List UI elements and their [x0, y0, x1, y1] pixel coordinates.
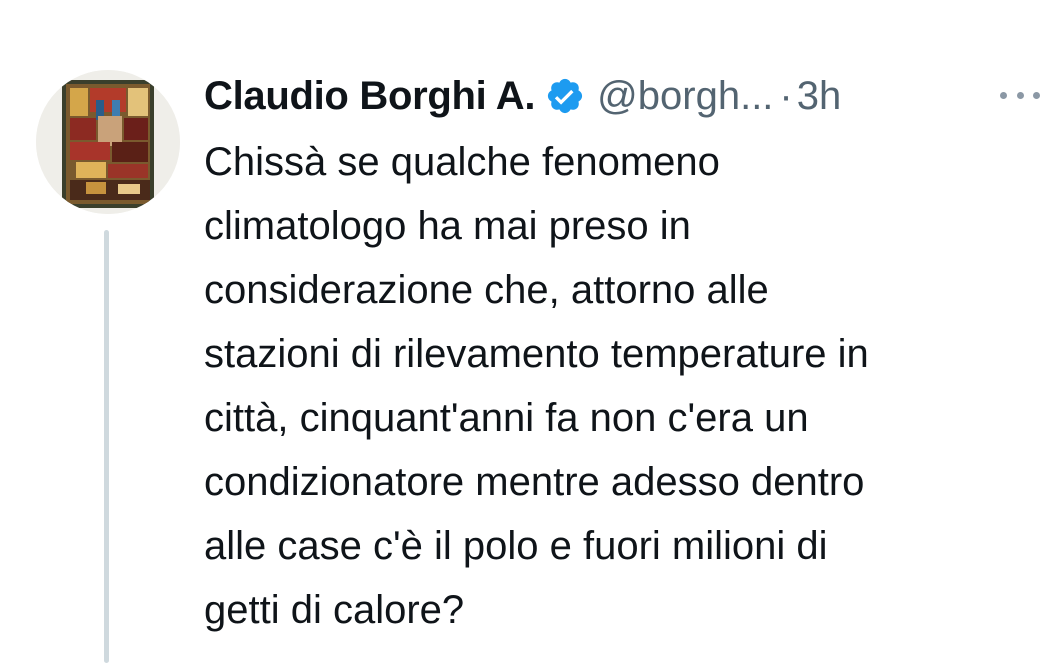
author-handle[interactable]: @borgh...: [597, 74, 773, 119]
thread-line: [104, 230, 109, 663]
tweet-time[interactable]: 3h: [797, 74, 842, 119]
tweet-text: Chissà se qualche fenomeno climatologo h…: [204, 140, 869, 632]
more-horizontal-icon[interactable]: [1000, 80, 1040, 110]
avatar[interactable]: [36, 70, 180, 214]
separator-dot: ·: [779, 73, 793, 118]
tweet[interactable]: Claudio Borghi A. @borgh... · 3h Chissà …: [0, 0, 1057, 663]
tweet-header: Claudio Borghi A. @borgh... · 3h: [204, 70, 841, 122]
avatar-image: [36, 70, 180, 214]
author-name[interactable]: Claudio Borghi A.: [204, 74, 535, 119]
verified-badge-icon: [545, 76, 585, 116]
